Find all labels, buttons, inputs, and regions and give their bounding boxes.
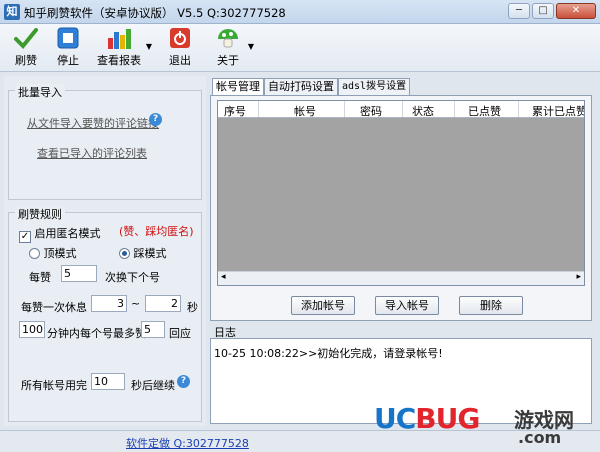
- power-icon: [170, 28, 190, 48]
- like-rules-group: 刷赞规则 ✓ 启用匿名模式 (赞、踩均匿名) 顶模式 踩模式 每赞 5 次换下个…: [8, 206, 202, 422]
- per-like-input[interactable]: 5: [61, 265, 97, 282]
- column-header[interactable]: 累计已点赞: [532, 103, 584, 119]
- column-header[interactable]: 已点赞: [468, 103, 501, 119]
- minutes-input[interactable]: 100: [19, 321, 45, 338]
- per-like-label: 每赞: [29, 271, 51, 284]
- tab-account-management[interactable]: 帐号管理: [212, 78, 264, 96]
- toolbar: 刷赞 停止 查看报表 ▼ 退出 关于 ▼: [0, 24, 600, 72]
- delete-account-button[interactable]: 删除: [459, 296, 523, 315]
- watermark-com: .com: [518, 428, 562, 447]
- max-unit: 回应: [169, 327, 191, 340]
- about-button[interactable]: 关于 ▼: [212, 26, 254, 70]
- title-bar: 知 知乎刷赞软件（安卓协议版） V5.5 Q:302777528 ─ □ ✕: [0, 0, 600, 24]
- column-header[interactable]: 密码: [360, 103, 382, 119]
- rest-min-input[interactable]: 3: [91, 295, 127, 312]
- window-title: 知乎刷赞软件（安卓协议版） V5.5 Q:302777528: [24, 6, 286, 20]
- radio-off-icon: [29, 248, 40, 259]
- like-button[interactable]: 刷赞: [8, 26, 44, 70]
- log-line: 10-25 10:08:22>>初始化完成，请登录帐号!: [214, 347, 443, 360]
- custom-software-link[interactable]: 软件定做 Q:302777528: [126, 435, 249, 451]
- rest-unit: 秒: [187, 301, 198, 314]
- help-icon[interactable]: ?: [149, 113, 162, 126]
- radio-on-icon: [119, 248, 130, 259]
- batch-import-title: 批量导入: [15, 84, 65, 100]
- exit-label: 退出: [169, 54, 191, 67]
- stop-icon: [57, 27, 79, 49]
- watermark-brand: UCBUG: [374, 402, 480, 435]
- close-button[interactable]: ✕: [556, 3, 596, 19]
- anon-note: (赞、踩均匿名): [119, 225, 194, 238]
- account-table[interactable]: 序号 帐号 密码 状态 已点赞 累计已点赞 ◂ ▸: [217, 100, 585, 286]
- scroll-right-icon[interactable]: ▸: [576, 272, 581, 282]
- column-header[interactable]: 帐号: [294, 103, 316, 119]
- checkbox-checked-icon: ✓: [19, 231, 31, 243]
- rest-dash: ~: [131, 297, 141, 310]
- anon-mode-label: 启用匿名模式: [34, 227, 101, 240]
- rules-title: 刷赞规则: [15, 206, 65, 222]
- anon-mode-checkbox[interactable]: ✓ 启用匿名模式: [19, 225, 101, 243]
- mode-down-radio[interactable]: 踩模式: [119, 245, 167, 261]
- like-label: 刷赞: [15, 54, 37, 67]
- import-account-button[interactable]: 导入帐号: [375, 296, 439, 315]
- import-from-file-link[interactable]: 从文件导入要赞的评论链接: [27, 115, 159, 131]
- bar-chart-icon: [108, 29, 131, 49]
- all-done-unit: 秒后继续: [131, 379, 175, 392]
- maximize-button[interactable]: □: [532, 3, 554, 19]
- horizontal-scrollbar[interactable]: ◂ ▸: [218, 271, 584, 285]
- tab-captcha-settings[interactable]: 自动打码设置: [264, 78, 338, 95]
- stop-button[interactable]: 停止: [50, 26, 86, 70]
- report-label: 查看报表: [97, 54, 141, 67]
- watermark-logo: UCBUG 游戏网 .com: [368, 400, 596, 448]
- all-done-input[interactable]: 10: [91, 373, 125, 390]
- rest-max-input[interactable]: 2: [145, 295, 181, 312]
- mushroom-icon: [218, 29, 238, 48]
- max-likes-input[interactable]: 5: [141, 321, 165, 338]
- tab-adsl-settings[interactable]: adsl拨号设置: [338, 78, 411, 95]
- all-done-label: 所有帐号用完: [21, 379, 87, 392]
- switch-label: 次换下个号: [105, 271, 160, 284]
- column-header[interactable]: 状态: [412, 103, 434, 119]
- view-imported-link[interactable]: 查看已导入的评论列表: [37, 145, 147, 161]
- about-label: 关于: [217, 54, 239, 67]
- account-tab-panel: 序号 帐号 密码 状态 已点赞 累计已点赞 ◂ ▸ 添加帐号 导入帐号 删除: [210, 95, 592, 321]
- mode-up-label: 顶模式: [43, 247, 77, 260]
- report-button[interactable]: 查看报表 ▼: [96, 26, 152, 70]
- scroll-left-icon[interactable]: ◂: [221, 272, 226, 282]
- rest-label: 每赞一次休息: [21, 301, 87, 314]
- stop-label: 停止: [57, 54, 79, 67]
- minutes-label: 分钟内每个号最多赞: [47, 327, 146, 340]
- table-header: 序号 帐号 密码 状态 已点赞 累计已点赞: [218, 101, 584, 118]
- help-icon[interactable]: ?: [177, 375, 190, 388]
- minimize-button[interactable]: ─: [508, 3, 530, 19]
- add-account-button[interactable]: 添加帐号: [291, 296, 355, 315]
- exit-button[interactable]: 退出: [164, 26, 196, 70]
- column-header[interactable]: 序号: [224, 103, 246, 119]
- dropdown-caret-icon[interactable]: ▼: [248, 42, 254, 51]
- checkmark-icon: [14, 28, 38, 49]
- mode-up-radio[interactable]: 顶模式: [29, 245, 77, 261]
- dropdown-caret-icon[interactable]: ▼: [146, 42, 152, 51]
- app-icon: 知: [4, 4, 20, 20]
- batch-import-group: 批量导入 从文件导入要赞的评论链接 ? 查看已导入的评论列表: [8, 84, 202, 200]
- mode-down-label: 踩模式: [133, 247, 167, 260]
